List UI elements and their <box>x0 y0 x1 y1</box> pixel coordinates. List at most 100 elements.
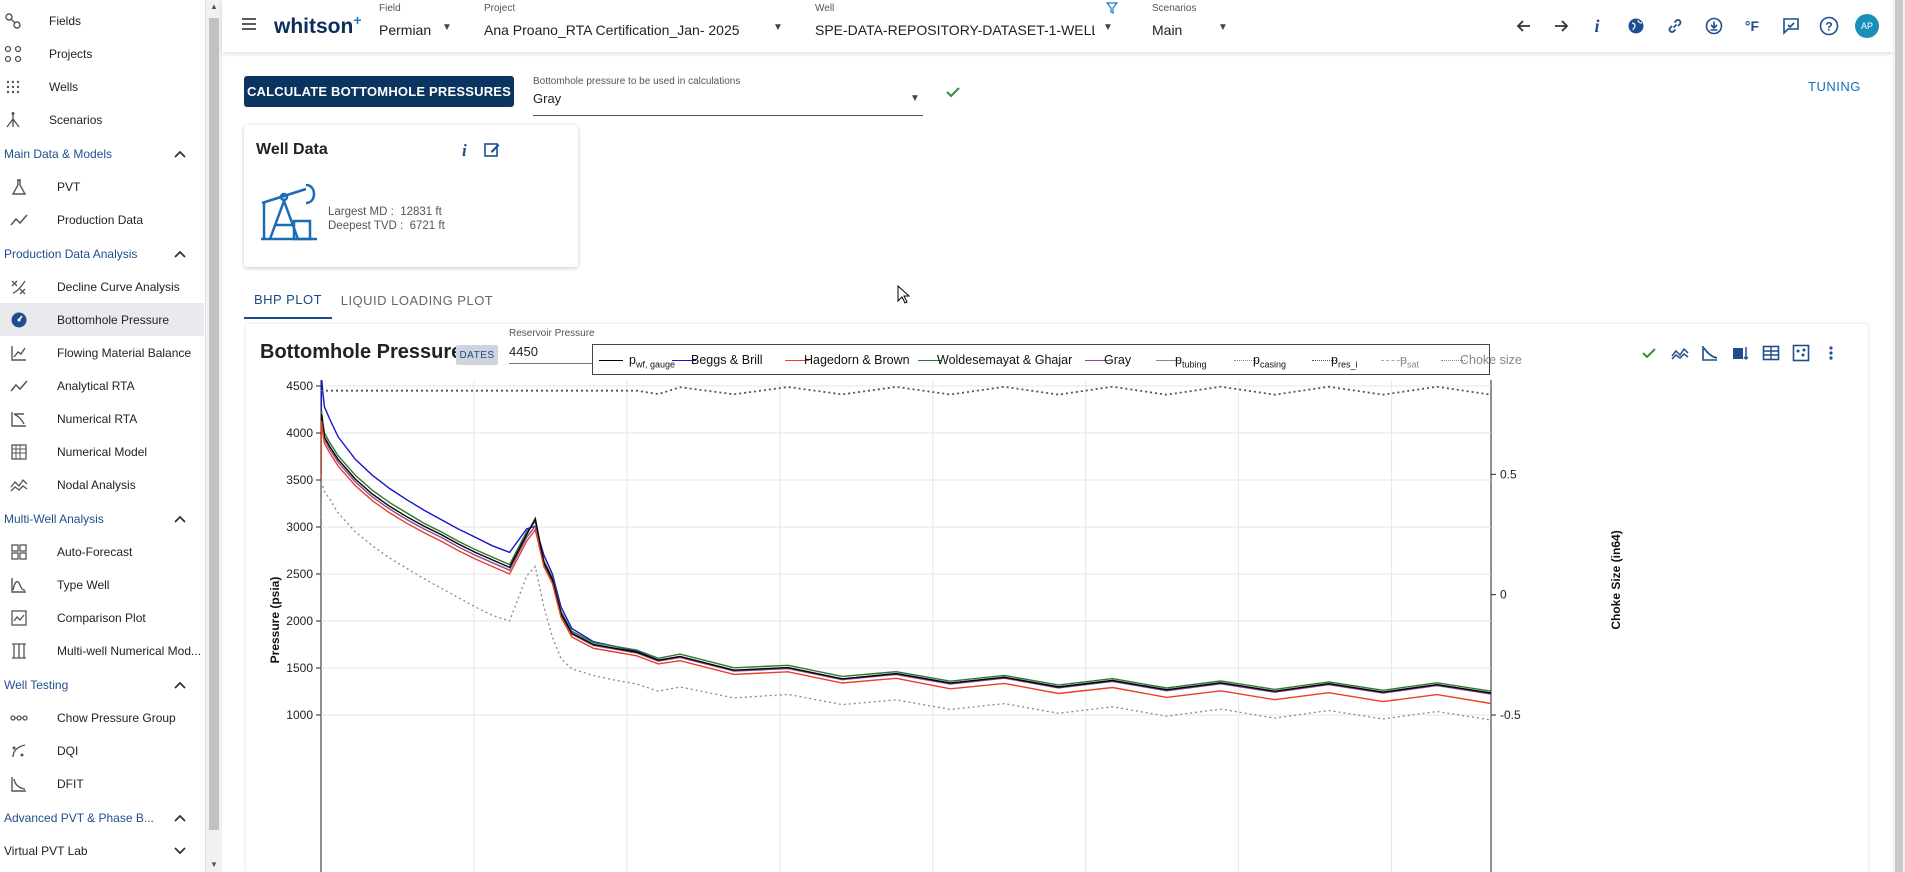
scenarios-select[interactable]: Scenarios Main ▼ <box>1152 0 1242 50</box>
sidebar-item-auto-forecast[interactable]: Auto-Forecast <box>0 535 204 568</box>
sidebar-section-production-data-analysis[interactable]: Production Data Analysis <box>0 237 204 270</box>
chevron-up-icon <box>174 678 186 692</box>
scroll-up-arrow-icon[interactable]: ▲ <box>210 2 218 11</box>
legend-entry[interactable]: pres_i <box>1331 353 1357 370</box>
table-icon[interactable] <box>1759 341 1783 365</box>
well-data-title: Well Data <box>256 141 328 158</box>
feedback-icon[interactable] <box>1778 13 1804 39</box>
dfit-icon <box>10 775 28 793</box>
dates-badge[interactable]: DATES <box>456 345 498 365</box>
y-tick-label: 3500 <box>286 473 313 487</box>
confirm-check-icon[interactable] <box>945 85 961 104</box>
forward-arrow-icon[interactable] <box>1548 13 1574 39</box>
project-select[interactable]: Project Ana Proano_RTA Certification_Jan… <box>484 0 804 50</box>
sidebar-item-label: Wells <box>49 79 79 94</box>
sidebar-item-label: DFIT <box>57 776 84 791</box>
sidebar-scroll-thumb[interactable] <box>209 18 219 830</box>
series-line-woldesemayat-ghajar[interactable] <box>321 411 1491 692</box>
legend-entry[interactable]: ptubing <box>1175 353 1206 370</box>
sidebar-item-bottomhole-pressure[interactable]: Bottomhole Pressure <box>0 303 204 336</box>
globe-icon[interactable] <box>1623 13 1649 39</box>
avatar[interactable]: AP <box>1854 13 1880 39</box>
series-line-p-res-i[interactable] <box>321 385 1491 396</box>
smooth-trend-icon[interactable] <box>1668 341 1692 365</box>
decline-axis-icon[interactable] <box>1698 341 1722 365</box>
sidebar-section-multi-well-analysis[interactable]: Multi-Well Analysis <box>0 502 204 535</box>
legend-entry[interactable]: Gray <box>1104 353 1131 370</box>
sidebar-item-type-well[interactable]: Type Well <box>0 568 204 601</box>
page-scrollbar[interactable] <box>1893 0 1905 872</box>
legend-entry[interactable]: pwf, gauge <box>629 353 675 370</box>
legend-entry[interactable]: pcasing <box>1253 353 1286 370</box>
legend-entry[interactable]: Woldesemayat & Ghajar <box>937 353 1072 370</box>
scatter-settings-icon[interactable] <box>1789 341 1813 365</box>
sidebar-item-multi-well-numerical-mod-[interactable]: Multi-well Numerical Mod... <box>0 634 204 667</box>
sidebar-item-scenarios[interactable]: Scenarios <box>0 103 204 136</box>
sidebar-item-flowing-material-balance[interactable]: Flowing Material Balance <box>0 336 204 369</box>
legend-entry[interactable]: Choke size <box>1460 353 1522 370</box>
nodal-icon <box>10 476 28 494</box>
sidebar-item-nodal-analysis[interactable]: Nodal Analysis <box>0 468 204 501</box>
sidebar-item-dfit[interactable]: DFIT <box>0 767 204 800</box>
page-scroll-thumb[interactable] <box>1895 0 1903 872</box>
calendar-sort-icon[interactable] <box>1728 341 1752 365</box>
scenarios-value: Main <box>1152 22 1183 38</box>
tab-bhp-plot[interactable]: BHP PLOT <box>244 282 332 319</box>
sidebar-item-comparison-plot[interactable]: Comparison Plot <box>0 601 204 634</box>
download-icon[interactable] <box>1701 13 1727 39</box>
menu-icon[interactable] <box>239 14 259 34</box>
tab-liquid-loading-plot[interactable]: LIQUID LOADING PLOT <box>332 282 502 319</box>
sidebar-item-numerical-model[interactable]: Numerical Model <box>0 435 204 468</box>
gauge-icon <box>10 311 28 329</box>
sidebar-item-dqi[interactable]: DQI <box>0 734 204 767</box>
back-arrow-icon[interactable] <box>1511 13 1537 39</box>
sidebar-item-label: DQI <box>57 743 79 758</box>
bhp-chart[interactable]: 1000150020002500300035004000450010.50-0.… <box>246 380 1868 872</box>
sidebar-item-wells[interactable]: Wells <box>0 70 204 103</box>
sidebar-item-decline-curve-analysis[interactable]: Decline Curve Analysis <box>0 270 204 303</box>
edit-icon[interactable] <box>483 141 501 164</box>
app-logo[interactable]: whitson+ <box>274 12 362 39</box>
legend-entry[interactable]: Hagedorn & Brown <box>804 353 910 370</box>
info-icon[interactable]: i <box>462 141 467 161</box>
y2-tick-label: 0.5 <box>1500 467 1517 481</box>
well-caption: Well <box>815 3 835 14</box>
legend-entry[interactable]: psat <box>1400 353 1419 370</box>
series-line-p-wf-gauge[interactable] <box>321 414 1491 694</box>
help-icon[interactable]: ? <box>1816 13 1842 39</box>
scroll-down-arrow-icon[interactable]: ▼ <box>210 860 218 869</box>
sidebar-item-pvt[interactable]: PVT <box>0 170 204 203</box>
y-axis-label: Pressure (psia) <box>268 577 282 664</box>
filter-icon[interactable] <box>1105 1 1119 14</box>
sidebar-section-advanced-pvt-phase-b-[interactable]: Advanced PVT & Phase B... <box>0 801 204 834</box>
bhp-method-select[interactable]: Bottomhole pressure to be used in calcul… <box>533 76 923 116</box>
top-bar: whitson+ Field Permian ▼ Project Ana Pro… <box>222 0 1905 52</box>
sidebar-section-well-testing[interactable]: Well Testing <box>0 668 204 701</box>
field-select[interactable]: Field Permian ▼ <box>379 0 459 50</box>
sidebar-section-main-data-models[interactable]: Main Data & Models <box>0 137 204 170</box>
sidebar-item-analytical-rta[interactable]: Analytical RTA <box>0 369 204 402</box>
sidebar-item-projects[interactable]: Projects <box>0 37 204 70</box>
more-vert-icon[interactable] <box>1819 341 1843 365</box>
tuning-button[interactable]: TUNING <box>1808 79 1861 94</box>
chevron-up-icon <box>174 512 186 526</box>
sidebar-item-fields[interactable]: Fields <box>0 4 204 37</box>
chow-icon <box>10 709 28 727</box>
legend-entry[interactable]: Beggs & Brill <box>691 353 763 370</box>
calculate-bhp-button[interactable]: CALCULATE BOTTOMHOLE PRESSURES <box>244 76 514 107</box>
unit-toggle[interactable]: °F <box>1739 13 1765 39</box>
series-line-gray[interactable] <box>321 416 1491 695</box>
series-line-beggs-brill[interactable] <box>321 380 1491 694</box>
sidebar-item-numerical-rta[interactable]: Numerical RTA <box>0 402 204 435</box>
chevron-down-icon: ▼ <box>910 93 920 104</box>
sidebar-item-production-data[interactable]: Production Data <box>0 203 204 236</box>
sidebar-item-chow-pressure-group[interactable]: Chow Pressure Group <box>0 701 204 734</box>
well-select[interactable]: Well SPE-DATA-REPOSITORY-DATASET-1-WELL-… <box>815 0 1119 50</box>
info-icon[interactable]: i <box>1584 13 1610 39</box>
projects-icon <box>4 45 22 63</box>
chart-legend: pwf, gauge Beggs & Brill Hagedorn & Brown W… <box>592 344 1522 375</box>
sidebar-item-virtual-pvt-lab[interactable]: Virtual PVT Lab <box>0 834 204 867</box>
check-icon[interactable] <box>1637 341 1661 365</box>
link-icon[interactable] <box>1662 13 1688 39</box>
sidebar-scrollbar[interactable]: ▲ ▼ <box>206 0 222 872</box>
